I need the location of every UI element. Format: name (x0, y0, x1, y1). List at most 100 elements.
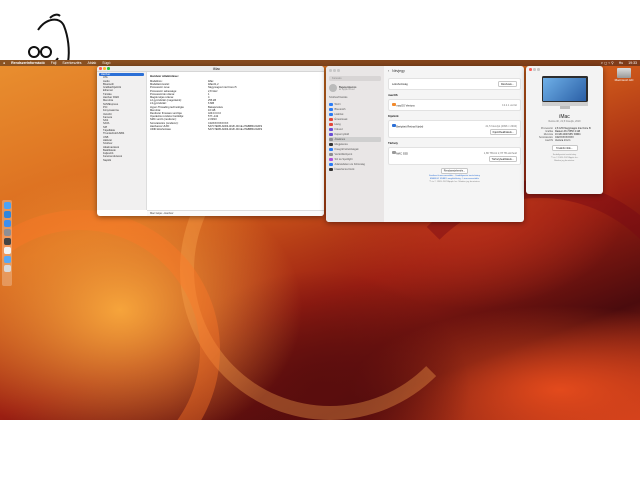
display-name: Beépített Retina Kijelző (396, 125, 424, 129)
pane-icon (329, 137, 333, 142)
settings-sidebar-label: Kisegítő lehetőségek (334, 148, 359, 151)
storage-title: Tárhely (388, 141, 398, 145)
desktop-drive-label: Macintosh HD (614, 78, 634, 82)
minimize-button[interactable] (533, 68, 536, 71)
menu-window[interactable]: Ablak (87, 61, 96, 65)
hardware-overview: Hardver áttekintése: Modellnév: iMac Model… (150, 74, 322, 131)
more-info-button[interactable]: További infók... (551, 145, 578, 151)
pane-icon (329, 122, 333, 127)
settings-sidebar-label: Íróasztal és Dock (334, 168, 355, 171)
settings-sidebar-label: Bluetooth (334, 108, 346, 111)
apple-id-row[interactable]: Bejelentkezés az Apple ID-vel (329, 84, 381, 92)
macos-version: 13.2.1 verzió (502, 103, 517, 107)
system-info-icon[interactable] (3, 238, 11, 245)
macos-card: macOS Ventura 13.2.1 verzió (388, 99, 521, 111)
content-header: ‹ Névjegy (388, 66, 521, 76)
about-this-mac-window: iMac Retina 4K, 21,5 hüvelyk, 2019 Proce… (526, 66, 603, 194)
settings-sidebar-label: Wi-Fi (334, 103, 341, 106)
zoom-button[interactable] (537, 68, 540, 71)
clock[interactable]: 19:33 (628, 61, 637, 65)
safari-icon[interactable] (3, 211, 11, 218)
system-information-window: iMac Hardver ATA Audio Bluetooth Grafika/Kij… (97, 66, 324, 216)
name-label: Létrehozóság (392, 82, 408, 86)
app-menu[interactable]: Rendszerinformáció (11, 61, 45, 65)
sidebar-item[interactable]: Naplók (99, 159, 144, 162)
name-card: Létrehozóság Részletek... (388, 78, 521, 90)
pane-icon (329, 162, 333, 167)
storage-value: 1,86 TB-ból 2,78 TB elérhető (483, 151, 517, 155)
details-button[interactable]: Részletek... (497, 81, 517, 87)
menu-edit[interactable]: Szerkesztés (62, 61, 81, 65)
apple-menu-icon[interactable]: ● (3, 61, 5, 65)
pane-icon (329, 157, 333, 162)
finder-icon[interactable] (3, 202, 11, 209)
photos-icon[interactable] (3, 247, 11, 254)
close-button[interactable] (99, 67, 102, 70)
storage-settings-button[interactable]: Tárhelybeállítások... (488, 156, 517, 162)
software-update-label: Szoftverfrissítés (329, 96, 348, 99)
back-icon[interactable]: ‹ (388, 69, 389, 73)
about-footer: Szabályozási tanúsítvány ™ és © 1983–202… (526, 154, 603, 162)
pane-icon (329, 132, 333, 137)
sidebar: Hardver ATA Audio Bluetooth Grafika/Kijelzők… (97, 72, 147, 210)
settings-content: ‹ Névjegy Létrehozóság Részletek... macO… (388, 66, 521, 222)
close-button[interactable] (329, 69, 332, 72)
dock (2, 200, 12, 286)
software-update-item[interactable]: Szoftverfrissítés (329, 95, 381, 100)
drive-icon (617, 68, 631, 78)
drive-icon (392, 150, 396, 155)
displays-title: Kijelzők (388, 114, 399, 118)
system-settings-window: Keresés Bejelentkezés az Apple ID-vel Sz… (326, 66, 524, 222)
settings-sidebar-label: Megjelenés (334, 143, 348, 146)
minimize-button[interactable] (103, 67, 106, 70)
pane-icon (329, 112, 333, 117)
legal-links: Szoftver-licencszerződés · Szabályozási … (388, 175, 521, 184)
field-value: 5A7C7E0B-A6D3-4F2F-9C1E-27E8B8C2A6F9 (208, 128, 263, 132)
zoom-button[interactable] (337, 69, 340, 72)
path-bar: Mac Gépe › Hardver (147, 210, 324, 216)
settings-sidebar-label: Képernyőidő (334, 133, 350, 136)
settings-sidebar-label: Vezérlőközpont (334, 153, 353, 156)
display-card: Beépített Retina Kijelző 21,5 hüvelyk (4… (388, 120, 521, 138)
settings-sidebar: Keresés Bejelentkezés az Apple ID-vel Sz… (326, 66, 384, 222)
ventura-icon (392, 102, 396, 107)
pane-icon (329, 107, 333, 112)
model-subtitle: Retina 4K, 21,5 hüvelyk, 2019 (548, 120, 581, 123)
pane-icon (329, 152, 333, 157)
storage-name: MAC SSD (396, 152, 409, 156)
field-label: UDID létrehozása: (150, 128, 172, 132)
display-settings-button[interactable]: Kijelzőbeállítások... (489, 129, 517, 135)
pane-icon (329, 147, 333, 152)
status-icons[interactable]: ◐ ◻ ⌁ ⚲ (601, 61, 614, 65)
macos-title: macOS (388, 93, 398, 97)
display-resolution: 21,5 hüvelyk (4096 × 2304) (485, 124, 517, 128)
avatar (329, 84, 337, 92)
menu-help[interactable]: Súgó (102, 61, 110, 65)
copyright-line-2: Minden jog fenntartva. (554, 159, 575, 162)
imac-image (541, 76, 588, 109)
system-report-button[interactable]: Rendszerjelentés... (440, 167, 469, 174)
menu-file[interactable]: Fájl (51, 61, 57, 65)
hardware-table: Modellnév: iMac Modellazonosító: iMac21,2 Pr… (150, 80, 322, 131)
copyright-text: ™ és © 1983–2023 Apple Inc. Minden jog f… (428, 181, 481, 183)
minimize-button[interactable] (333, 69, 336, 72)
desktop-drive-icon[interactable]: Macintosh HD (614, 68, 634, 82)
downloads-icon[interactable] (3, 256, 11, 263)
spec-label: macOS (545, 139, 553, 142)
pane-icon (329, 167, 333, 172)
settings-sidebar-label: Adatvédelem és biztonság (334, 163, 365, 166)
close-button[interactable] (529, 68, 532, 71)
settings-sidebar-label: Hálózat (334, 113, 344, 116)
settings-sidebar-label: Hang (334, 123, 341, 126)
input-source[interactable]: Hu (619, 61, 623, 65)
settings-sidebar-item[interactable]: Íróasztal és Dock (329, 167, 381, 172)
pane-icon (329, 117, 333, 122)
mail-icon[interactable] (3, 220, 11, 227)
pane-icon (329, 142, 333, 147)
search-input[interactable]: Keresés (329, 76, 381, 81)
zoom-button[interactable] (107, 67, 110, 70)
trash-icon[interactable] (3, 265, 11, 272)
pane-icon (329, 102, 333, 107)
spec-value: Ventura 13.2.1 (555, 139, 571, 142)
settings-icon[interactable] (3, 229, 11, 236)
